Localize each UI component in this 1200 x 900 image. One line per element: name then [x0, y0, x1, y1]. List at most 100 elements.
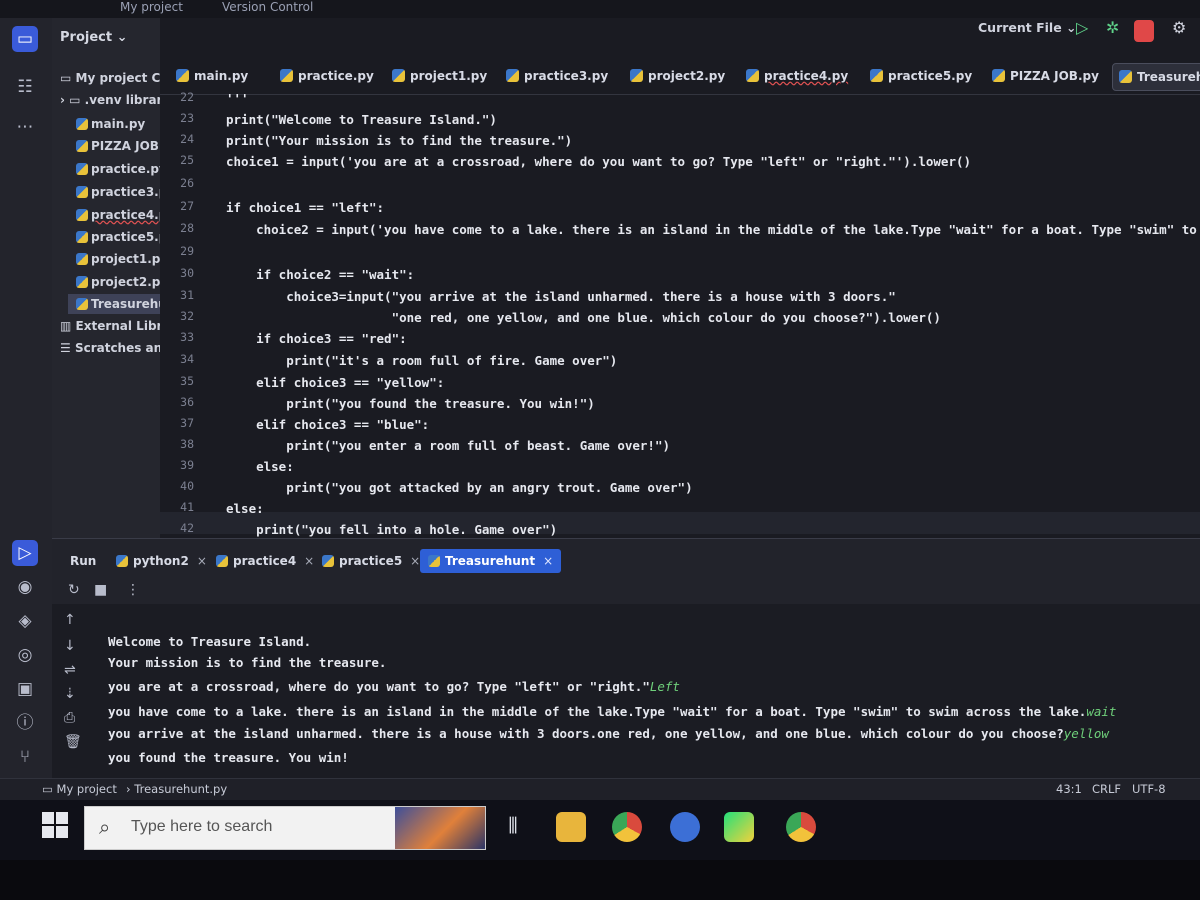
run-tab-python2[interactable]: python2 ×	[116, 549, 207, 573]
bottom-tool-rail: ▷ ◉ ◈ ◎ ▣ ⓘ ⑂	[0, 538, 53, 778]
cursor-position[interactable]: 43:1	[1056, 782, 1082, 796]
code-area[interactable]: ''' print("Welcome to Treasure Island.")…	[226, 94, 1200, 538]
git-icon[interactable]: ⑂	[12, 744, 38, 770]
packages-icon[interactable]: ◈	[12, 608, 38, 634]
trash-icon[interactable]: 🗑	[64, 734, 82, 750]
tree-item-external-libraries[interactable]: ▥ External Librar	[60, 316, 160, 336]
close-icon[interactable]: ×	[197, 554, 207, 568]
pycharm-icon[interactable]	[724, 812, 754, 842]
tab-practice[interactable]: practice.py	[280, 58, 374, 94]
python-file-icon	[76, 163, 88, 175]
close-icon[interactable]: ×	[410, 554, 420, 568]
soft-wrap-icon[interactable]: ⇌	[64, 662, 76, 678]
python-file-icon	[76, 118, 88, 130]
status-bar: ▭ My project › Treasurehunt.py 43:1 CRLF…	[0, 778, 1200, 801]
user-input: yellow	[1063, 726, 1109, 741]
tree-item-treasurehunt[interactable]: Treasurehu	[68, 294, 168, 314]
project-panel-header[interactable]: Project ⌄	[60, 30, 128, 45]
python-file-icon	[392, 69, 405, 82]
python-file-icon	[322, 555, 334, 567]
stop-icon[interactable]	[1134, 20, 1154, 42]
close-icon[interactable]: ×	[304, 554, 314, 568]
code-line: print("you found the treasure. You win!"…	[226, 396, 595, 411]
line-number: 26	[180, 176, 194, 190]
settings-icon[interactable]: ⚙	[1172, 18, 1186, 37]
line-number: 42	[180, 521, 194, 535]
line-separator[interactable]: CRLF	[1092, 782, 1121, 796]
console-line: you found the treasure. You win!	[108, 750, 349, 765]
code-line: choice3=input("you arrive at the island …	[226, 289, 896, 304]
python-console-icon[interactable]: ◉	[12, 574, 38, 600]
code-line: choice2 = input('you have come to a lake…	[226, 222, 1200, 237]
run-console[interactable]: ↑ ↓ ⇌ ⇣ ⎙ 🗑 Welcome to Treasure Island. …	[52, 604, 1200, 780]
run-tab-practice4[interactable]: practice4 ×	[216, 549, 314, 573]
print-icon[interactable]: ⎙	[64, 710, 75, 726]
more-options-icon[interactable]: ⋮	[126, 582, 140, 598]
tab-practice3[interactable]: practice3.py	[506, 58, 608, 94]
tree-item-venv[interactable]: › ▭ .venv librar	[60, 90, 160, 110]
app-icon[interactable]	[670, 812, 700, 842]
line-number: 37	[180, 416, 194, 430]
tree-item-root[interactable]: ▭ My project C:\	[60, 68, 160, 88]
more-icon[interactable]: ⋯	[12, 114, 38, 140]
run-icon[interactable]: ▷	[1076, 18, 1088, 37]
debug-icon[interactable]: ✲	[1106, 18, 1119, 37]
project-menu[interactable]: My project	[120, 0, 183, 14]
close-icon[interactable]: ×	[543, 554, 553, 568]
python-file-icon	[992, 69, 1005, 82]
code-line: choice1 = input('you are at a crossroad,…	[226, 154, 972, 169]
code-line: print("you fell into a hole. Game over")	[226, 522, 558, 537]
tab-treasurehunt[interactable]: Treasurehu	[1112, 63, 1200, 91]
line-number: 27	[180, 199, 194, 213]
file-explorer-icon[interactable]	[556, 812, 586, 842]
chrome-icon[interactable]	[612, 812, 642, 842]
run-tab-practice5[interactable]: practice5 ×	[322, 549, 420, 573]
problems-icon[interactable]: ⓘ	[12, 710, 38, 736]
tab-pizza-job[interactable]: PIZZA JOB.py	[992, 58, 1099, 94]
breadcrumb-project[interactable]: ▭ My project	[42, 782, 117, 796]
python-file-icon	[630, 69, 643, 82]
run-label: Run	[70, 554, 97, 568]
line-number-gutter: 22 23 24 25 26 27 28 29 30 31 32 33 34 3…	[160, 90, 208, 556]
tab-project2[interactable]: project2.py	[630, 58, 725, 94]
file-encoding[interactable]: UTF-8	[1132, 782, 1166, 796]
rerun-icon[interactable]: ↻	[68, 582, 80, 598]
run-config-selector[interactable]: Current File ⌄	[978, 20, 1077, 35]
tab-main[interactable]: main.py	[176, 58, 248, 94]
python-file-icon	[76, 276, 88, 288]
line-number: 22	[180, 90, 194, 104]
scroll-down-icon[interactable]: ↓	[64, 638, 76, 654]
chrome-icon[interactable]	[786, 812, 816, 842]
python-file-icon	[116, 555, 128, 567]
monitor-bezel	[0, 860, 1200, 900]
taskbar-search[interactable]: ⌕ Type here to search	[84, 806, 486, 850]
folder-icon[interactable]: ▭	[12, 26, 38, 52]
task-view-icon[interactable]: ⫴	[498, 812, 528, 842]
code-line: if choice1 == "left":	[226, 200, 385, 215]
python-file-icon	[76, 231, 88, 243]
run-tab-treasurehunt[interactable]: Treasurehunt ×	[420, 549, 562, 573]
python-file-icon	[216, 555, 228, 567]
code-line: else:	[226, 501, 264, 516]
scroll-up-icon[interactable]: ↑	[64, 612, 76, 628]
tree-item-scratches[interactable]: ☰ Scratches and	[60, 338, 160, 358]
windows-start-icon[interactable]	[42, 812, 68, 838]
vcs-menu[interactable]: Version Control	[222, 0, 313, 14]
terminal-icon[interactable]: ▣	[12, 676, 38, 702]
tab-practice5[interactable]: practice5.py	[870, 58, 972, 94]
structure-icon[interactable]: ☷	[12, 74, 38, 100]
console-line: you have come to a lake. there is an isl…	[108, 704, 1117, 719]
tab-project1[interactable]: project1.py	[392, 58, 487, 94]
scroll-to-end-icon[interactable]: ⇣	[64, 686, 76, 702]
line-number: 39	[180, 458, 194, 472]
run-toolbar: ↻ ■ ⋮	[52, 578, 1200, 605]
line-number: 32	[180, 309, 194, 323]
python-file-icon	[76, 140, 88, 152]
stop-icon[interactable]: ■	[94, 582, 107, 598]
editor-tab-bar: main.py practice.py project1.py practice…	[160, 58, 1200, 95]
breadcrumb-file[interactable]: › Treasurehunt.py	[126, 782, 227, 796]
run-panel-icon[interactable]: ▷	[12, 540, 38, 566]
console-line: you are at a crossroad, where do you wan…	[108, 679, 680, 694]
tab-practice4[interactable]: practice4.py	[746, 58, 848, 94]
services-icon[interactable]: ◎	[12, 642, 38, 668]
